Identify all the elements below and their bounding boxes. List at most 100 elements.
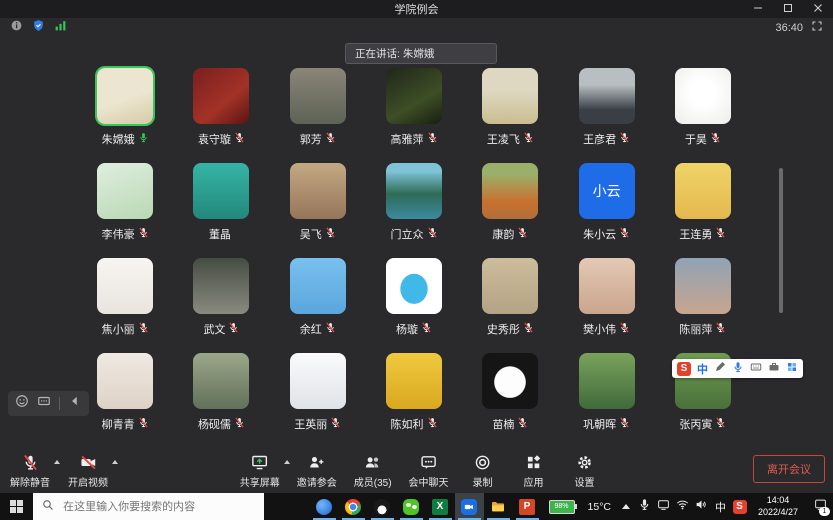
tray-sogou[interactable]: S	[730, 493, 749, 520]
participant-avatar[interactable]	[482, 258, 538, 314]
security-shield-icon[interactable]	[32, 19, 45, 37]
toolbar-button-mic-muted[interactable]: 解除静音	[10, 454, 50, 489]
participant-avatar[interactable]	[675, 163, 731, 219]
excel-taskbar-icon[interactable]: X	[426, 493, 455, 520]
tray-volume[interactable]	[692, 493, 711, 520]
toolbar-button-chat[interactable]: 会中聊天	[409, 454, 449, 489]
blue-browser-taskbar-icon[interactable]	[310, 493, 339, 520]
participant-name: 张丙寅	[679, 416, 712, 432]
notification-badge: 1	[819, 507, 830, 516]
participant-avatar[interactable]	[97, 163, 153, 219]
action-center-button[interactable]: 1	[807, 493, 833, 520]
participant-avatar[interactable]	[193, 353, 249, 409]
toolbar-button-camera-muted[interactable]: 开启视频	[68, 454, 108, 489]
weather-widget[interactable]: 15°C	[579, 501, 616, 513]
tray-overflow-button[interactable]	[616, 493, 635, 520]
participant-avatar[interactable]	[579, 353, 635, 409]
battery-indicator: 98%	[549, 500, 575, 514]
toolbar-button-icon	[525, 454, 542, 471]
skin-grid-icon[interactable]	[786, 360, 798, 378]
toolbar-button-share-screen[interactable]: 共享屏幕	[240, 454, 280, 489]
participant-avatar[interactable]	[97, 68, 153, 124]
tray-pen-device[interactable]	[654, 493, 673, 520]
search-input[interactable]	[61, 500, 255, 514]
handwriting-pen-icon[interactable]	[714, 360, 726, 378]
meeting-taskbar-icon[interactable]	[455, 493, 484, 520]
toolbar-button-members[interactable]: 成员(35)	[354, 454, 392, 489]
cortana-button[interactable]	[264, 493, 287, 520]
tray-input-language[interactable]: 中	[711, 493, 730, 520]
participant-avatar[interactable]	[675, 68, 731, 124]
participant-avatar[interactable]	[97, 258, 153, 314]
participant-avatar[interactable]: 小云	[579, 163, 635, 219]
emoji-reaction-icon[interactable]	[15, 394, 29, 413]
toolbar-button-label: 解除静音	[10, 474, 50, 489]
battery-status[interactable]: 98%	[542, 498, 579, 516]
tray-microphone[interactable]	[635, 493, 654, 520]
participant-avatar[interactable]	[97, 353, 153, 409]
participant-avatar[interactable]	[482, 353, 538, 409]
reaction-quickbar	[8, 391, 89, 416]
windows-logo-icon	[10, 500, 23, 513]
participant-avatar[interactable]	[482, 163, 538, 219]
participant-avatar[interactable]	[193, 68, 249, 124]
tray-network[interactable]	[673, 493, 692, 520]
mic-status-icon	[325, 132, 336, 146]
toolbar-button-record[interactable]: 录制	[466, 454, 500, 489]
toolbar-button-settings[interactable]: 设置	[568, 454, 602, 489]
participant-avatar[interactable]	[290, 353, 346, 409]
leave-meeting-button[interactable]: 离开会议	[753, 455, 825, 483]
participant-avatar[interactable]	[193, 163, 249, 219]
participant-avatar[interactable]	[579, 68, 635, 124]
voice-input-icon[interactable]	[732, 360, 744, 378]
volume-icon	[695, 498, 708, 516]
soft-keyboard-icon[interactable]	[750, 360, 762, 378]
caret-up-icon[interactable]	[54, 460, 60, 464]
wechat-taskbar-icon[interactable]	[397, 493, 426, 520]
participant-avatar[interactable]	[579, 258, 635, 314]
toolbox-icon[interactable]	[768, 360, 780, 378]
input-lang-zhong[interactable]: 中	[697, 361, 708, 377]
powerpoint-icon: P	[519, 499, 535, 515]
close-button[interactable]	[803, 0, 833, 18]
minimize-icon	[753, 0, 763, 18]
sogou-logo-icon[interactable]: S	[677, 362, 691, 376]
caret-up-icon[interactable]	[112, 460, 118, 464]
participant-name: 李伟豪	[102, 226, 135, 242]
maximize-button[interactable]	[773, 0, 803, 18]
participant-avatar[interactable]	[290, 68, 346, 124]
qq-taskbar-icon[interactable]	[368, 493, 397, 520]
participant-avatar[interactable]	[193, 258, 249, 314]
participant-avatar[interactable]	[386, 258, 442, 314]
meeting-info-icon[interactable]	[10, 19, 23, 37]
chrome-taskbar-icon[interactable]	[339, 493, 368, 520]
participant-avatar[interactable]	[386, 353, 442, 409]
collapse-arrow-icon[interactable]	[68, 394, 82, 413]
minimize-button[interactable]	[743, 0, 773, 18]
task-view-button[interactable]	[287, 493, 310, 520]
participant-avatar[interactable]	[482, 68, 538, 124]
participant-avatar[interactable]	[386, 163, 442, 219]
mic-status-icon	[619, 417, 630, 431]
file-explorer-taskbar-icon[interactable]	[484, 493, 513, 520]
participant-name: 朱嫦娥	[102, 131, 135, 147]
participant-avatar[interactable]	[290, 163, 346, 219]
fullscreen-icon[interactable]	[811, 19, 823, 37]
participant-cell: 门立众	[366, 158, 462, 253]
powerpoint-taskbar-icon[interactable]: P	[513, 493, 542, 520]
toolbar-button-apps[interactable]: 应用	[517, 454, 551, 489]
participant-avatar[interactable]	[675, 258, 731, 314]
caret-up-icon[interactable]	[284, 460, 290, 464]
participant-cell: 李伟豪	[77, 158, 173, 253]
toolbar-button-invite[interactable]: 邀请参会	[297, 454, 337, 489]
participant-avatar[interactable]	[386, 68, 442, 124]
participant-avatar[interactable]	[290, 258, 346, 314]
taskbar-clock[interactable]: 14:04 2022/4/27	[749, 495, 807, 518]
start-button[interactable]	[0, 493, 33, 520]
network-signal-icon	[54, 19, 67, 37]
taskbar-search[interactable]	[33, 493, 264, 520]
quick-caption-icon[interactable]	[37, 394, 51, 413]
toolbar-button-label: 开启视频	[68, 474, 108, 489]
close-icon	[813, 0, 823, 18]
grid-scrollbar[interactable]	[779, 168, 783, 313]
